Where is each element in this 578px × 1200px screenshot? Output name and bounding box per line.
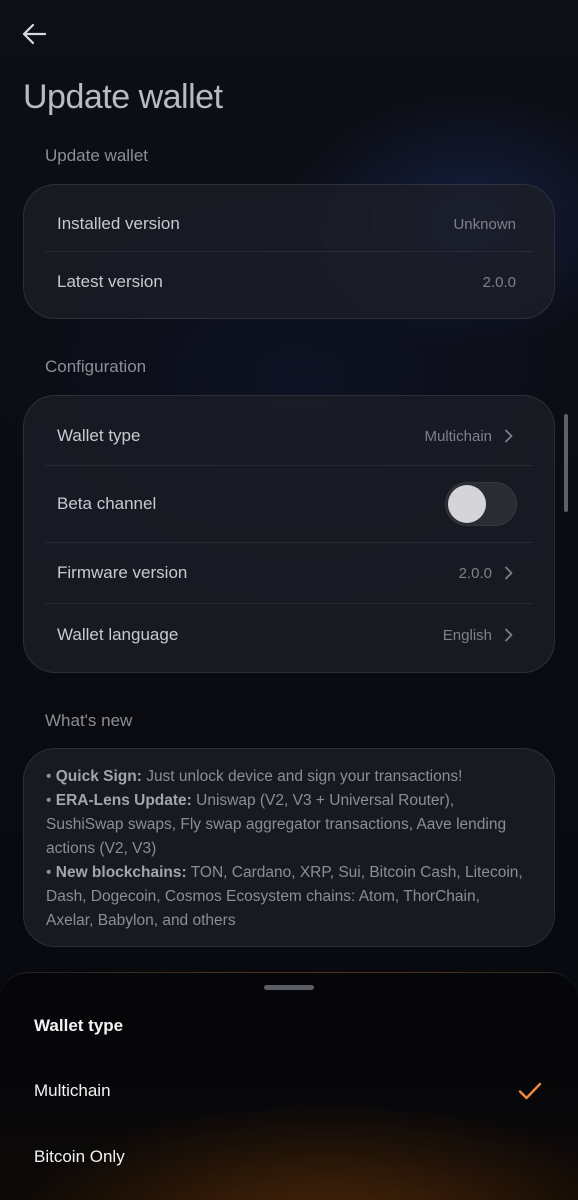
wallet-language-value: English xyxy=(442,626,492,644)
arrow-left-icon xyxy=(22,23,47,45)
wallet-type-value-group: Multichain xyxy=(424,428,516,445)
news-item-title: New blockchains: xyxy=(55,864,187,881)
latest-version-value: 2.0.0 xyxy=(482,273,516,291)
chevron-right-icon xyxy=(505,566,513,580)
checkmark-icon xyxy=(518,1082,542,1100)
section-label-configuration: Configuration xyxy=(45,357,147,376)
beta-channel-toggle[interactable] xyxy=(445,482,517,526)
wallet-type-value: Multichain xyxy=(424,427,492,445)
wallet-type-bottom-sheet: Wallet type Multichain Bitcoin Only xyxy=(0,972,578,1200)
sheet-title: Wallet type xyxy=(34,1016,124,1035)
whats-new-card: • Quick Sign: Just unlock device and sig… xyxy=(23,748,555,947)
installed-version-label: Installed version xyxy=(57,214,180,233)
firmware-version-value: 2.0.0 xyxy=(458,564,492,582)
wallet-type-row[interactable]: Wallet type Multichain xyxy=(24,396,554,476)
news-item-new-blockchains: • New blockchains: TON, Cardano, XRP, Su… xyxy=(46,864,523,929)
scrollbar[interactable] xyxy=(564,414,568,512)
back-button[interactable] xyxy=(16,16,52,52)
firmware-version-value-group: 2.0.0 xyxy=(459,565,516,582)
wallet-language-label: Wallet language xyxy=(57,625,179,644)
update-info-card: Installed version Unknown Latest version… xyxy=(23,184,555,319)
sheet-drag-handle[interactable] xyxy=(264,985,314,990)
chevron-right-icon xyxy=(505,429,513,443)
wallet-language-row[interactable]: Wallet language English xyxy=(24,604,554,666)
firmware-version-label: Firmware version xyxy=(57,563,188,582)
wallet-language-value-group: English xyxy=(443,627,516,644)
option-bitcoin-only[interactable]: Bitcoin Only xyxy=(0,1131,578,1183)
page-title: Update wallet xyxy=(23,78,223,116)
news-item-title: ERA-Lens Update: xyxy=(55,792,192,809)
whats-new-text: • Quick Sign: Just unlock device and sig… xyxy=(46,765,528,933)
beta-channel-row: Beta channel xyxy=(24,466,554,542)
section-label-whats-new: What's new xyxy=(45,711,133,730)
latest-version-row: Latest version 2.0.0 xyxy=(24,252,554,312)
chevron-right-icon xyxy=(505,628,513,642)
wallet-type-label: Wallet type xyxy=(57,426,141,445)
option-multichain[interactable]: Multichain xyxy=(0,1065,578,1117)
firmware-version-row[interactable]: Firmware version 2.0.0 xyxy=(24,543,554,603)
option-label: Multichain xyxy=(34,1081,111,1100)
installed-version-value: Unknown xyxy=(453,215,516,233)
latest-version-label: Latest version xyxy=(57,272,163,291)
news-item-title: Quick Sign: xyxy=(55,768,142,785)
configuration-card: Wallet type Multichain Beta channel Firm… xyxy=(23,395,555,673)
beta-channel-label: Beta channel xyxy=(57,494,157,513)
toggle-knob xyxy=(448,485,486,523)
news-item-quick-sign: • Quick Sign: Just unlock device and sig… xyxy=(46,768,463,785)
option-label: Bitcoin Only xyxy=(34,1147,125,1166)
news-item-text: Just unlock device and sign your transac… xyxy=(146,768,463,785)
news-item-era-lens: • ERA-Lens Update: Uniswap (V2, V3 + Uni… xyxy=(46,792,507,857)
section-label-update: Update wallet xyxy=(45,146,149,165)
